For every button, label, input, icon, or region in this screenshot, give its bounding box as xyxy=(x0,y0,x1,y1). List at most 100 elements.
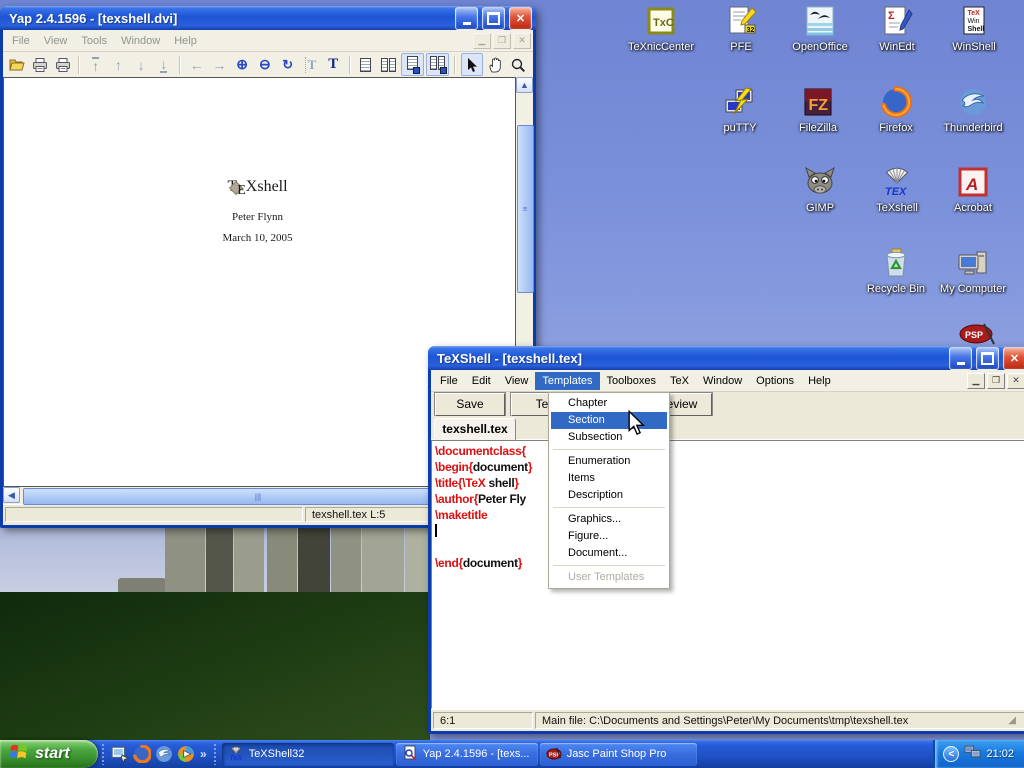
editor-line xyxy=(435,539,1024,555)
texshell-mdi-close-button[interactable]: ✕ xyxy=(1007,373,1024,389)
yap-menu-help[interactable]: Help xyxy=(167,32,204,50)
desktop-icon-openoffice[interactable]: OpenOffice xyxy=(782,5,858,53)
desktop-icon-putty[interactable]: puTTY xyxy=(702,86,778,134)
desktop-icon-pfe[interactable]: 32PFE xyxy=(703,5,779,53)
vertical-scroll-thumb[interactable]: ≡ xyxy=(517,125,534,293)
desktop-icon-winshell[interactable]: TeXWinShellWinShell xyxy=(936,5,1012,53)
yap-titlebar[interactable]: Yap 2.4.1596 - [texshell.dvi] ✕ xyxy=(0,6,536,30)
text-button[interactable]: T xyxy=(323,54,344,75)
taskbar-grip[interactable] xyxy=(101,743,106,765)
yap-mdi-close-button[interactable]: ✕ xyxy=(513,33,531,49)
save-button[interactable]: Save xyxy=(435,393,505,416)
desktop-icon-texshell[interactable]: TEXTeXshell xyxy=(859,166,935,214)
texshell-menu-view[interactable]: View xyxy=(498,372,536,390)
menu-item-graphics[interactable]: Graphics... xyxy=(551,511,667,528)
measure-button[interactable]: T xyxy=(300,54,321,75)
texshell-mdi-restore-button[interactable]: ❐ xyxy=(987,373,1005,389)
menu-item-document[interactable]: Document... xyxy=(551,545,667,562)
menu-item-section[interactable]: Section xyxy=(551,412,667,429)
print-button[interactable] xyxy=(30,54,51,75)
forward-button[interactable]: → xyxy=(209,54,230,75)
menu-item-enumeration[interactable]: Enumeration xyxy=(551,453,667,470)
taskbar-button-yap[interactable]: Yap 2.4.1596 - [texs... xyxy=(396,743,538,766)
onepage-button[interactable] xyxy=(356,54,377,75)
goup-button[interactable]: ↑ xyxy=(108,54,129,75)
texshell-minimize-button[interactable] xyxy=(949,347,972,370)
yap-menu-file[interactable]: File xyxy=(5,32,37,50)
show-desktop-icon[interactable] xyxy=(111,745,129,763)
editor-line: \end{document} xyxy=(435,555,1024,571)
zoomin-button[interactable]: ⊕ xyxy=(232,54,253,75)
menu-item-description[interactable]: Description xyxy=(551,487,667,504)
quicklaunch-overflow-chevron[interactable]: » xyxy=(197,747,210,761)
scroll-left-button[interactable]: ◀ xyxy=(3,487,20,503)
desktop-icon-thunderbird[interactable]: Thunderbird xyxy=(935,86,1011,134)
texshell-editor[interactable]: \documentclass{\begin{document}\title{\T… xyxy=(431,440,1024,709)
texshell-menu-window[interactable]: Window xyxy=(696,372,749,390)
zoomout-button[interactable]: ⊖ xyxy=(255,54,276,75)
thunderbird-icon xyxy=(957,86,989,120)
firefox-icon[interactable] xyxy=(133,745,151,763)
texshell-mdi-minimize-button[interactable]: ▁ xyxy=(967,373,985,389)
pagesfloppy-button[interactable] xyxy=(426,53,449,76)
desktop-icon-filezilla[interactable]: FZFileZilla xyxy=(780,86,856,134)
tab-texshell-tex[interactable]: texshell.tex xyxy=(434,418,516,440)
taskbar-button-psp[interactable]: PSPJasc Paint Shop Pro xyxy=(540,743,697,766)
yap-menu-window[interactable]: Window xyxy=(114,32,167,50)
menu-item-figure[interactable]: Figure... xyxy=(551,528,667,545)
yap-close-button[interactable]: ✕ xyxy=(509,7,532,30)
resize-grip[interactable]: ◢ xyxy=(1008,715,1016,726)
desktop-icon-label: Acrobat xyxy=(935,202,1011,214)
texshell-menu-help[interactable]: Help xyxy=(801,372,838,390)
desktop-icon-firefox[interactable]: Firefox xyxy=(858,86,934,134)
texshell-menu-templates[interactable]: Templates xyxy=(535,372,599,390)
texshell-menu-edit[interactable]: Edit xyxy=(465,372,498,390)
pagefloppy-button[interactable] xyxy=(401,53,424,76)
yap-minimize-button[interactable] xyxy=(455,7,478,30)
thunderbird-icon[interactable] xyxy=(155,745,173,763)
desktop-icon-texniccenter[interactable]: TxCTeXnicCenter xyxy=(623,5,699,53)
texshell-menu-options[interactable]: Options xyxy=(749,372,801,390)
desktop-icon-recyclebin[interactable]: Recycle Bin xyxy=(858,247,934,295)
tray-collapse-chevron[interactable]: < xyxy=(943,746,959,762)
yap-menu-tools[interactable]: Tools xyxy=(74,32,114,50)
media-player-icon[interactable] xyxy=(177,745,195,763)
menu-item-items[interactable]: Items xyxy=(551,470,667,487)
menu-item-subsection[interactable]: Subsection xyxy=(551,429,667,446)
network-tray-icon[interactable] xyxy=(964,743,981,765)
printsetup-button[interactable] xyxy=(53,54,74,75)
hand-button[interactable] xyxy=(485,54,506,75)
gobottom-button[interactable]: ↓ xyxy=(154,54,175,75)
yap-window-title: Yap 2.4.1596 - [texshell.dvi] xyxy=(9,11,451,26)
menu-item-chapter[interactable]: Chapter xyxy=(551,395,667,412)
winshell-icon: TeXWinShell xyxy=(958,5,990,39)
back-button[interactable]: ← xyxy=(186,54,207,75)
start-button[interactable]: > start xyxy=(0,740,98,768)
twopage-button[interactable] xyxy=(378,54,399,75)
scroll-up-button[interactable]: ▲ xyxy=(516,77,533,93)
texshell-menu-toolboxes[interactable]: Toolboxes xyxy=(600,372,664,390)
texshell-close-button[interactable]: ✕ xyxy=(1003,347,1024,370)
yap-mdi-restore-button[interactable]: ❐ xyxy=(493,33,511,49)
desktop-icon-gimp[interactable]: GIMP xyxy=(782,166,858,214)
taskbar-grip[interactable] xyxy=(213,743,218,765)
magnifier-button[interactable] xyxy=(508,54,529,75)
texshell-titlebar[interactable]: TeX TeXShell - [texshell.tex] ✕ xyxy=(428,346,1024,370)
refresh-button[interactable]: ↻ xyxy=(277,54,298,75)
desktop-icon-mycomputer[interactable]: My Computer xyxy=(935,247,1011,295)
godown-button[interactable]: ↓ xyxy=(131,54,152,75)
texshell-menu-file[interactable]: File xyxy=(433,372,465,390)
texshell-menu-tex[interactable]: TeX xyxy=(663,372,696,390)
desktop-icon-winedt[interactable]: ΣWinEdt xyxy=(859,5,935,53)
texshell-maximize-button[interactable] xyxy=(976,347,999,370)
texniccenter-icon: TxC xyxy=(645,5,677,39)
taskbar-button-texshell[interactable]: TeXTeXShell32 xyxy=(222,743,394,766)
yap-menu-view[interactable]: View xyxy=(37,32,75,50)
horizontal-scroll-thumb[interactable]: ||| xyxy=(23,488,493,505)
yap-maximize-button[interactable] xyxy=(482,7,505,30)
yap-mdi-minimize-button[interactable]: ▁ xyxy=(473,33,491,49)
desktop-icon-acrobat[interactable]: AAcrobat xyxy=(935,166,1011,214)
open-button[interactable] xyxy=(7,54,28,75)
gotop-button[interactable]: ↑ xyxy=(85,54,106,75)
select-button[interactable] xyxy=(461,53,484,76)
